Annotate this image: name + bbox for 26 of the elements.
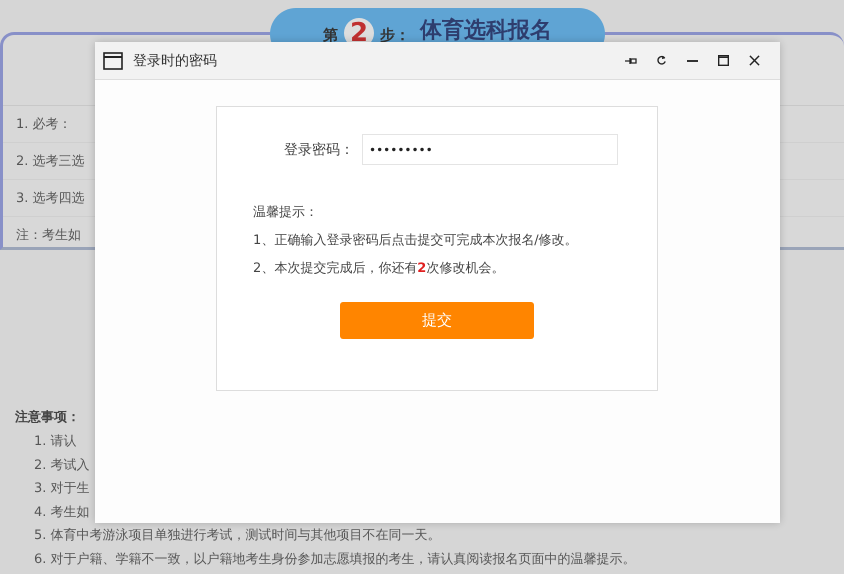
tips-heading: 温馨提示： xyxy=(253,204,319,222)
subject-row-text: 注：考生如 xyxy=(16,227,81,244)
note-text: 2. 考试入 xyxy=(33,456,91,474)
tip-text: 1、正确输入登录密码后点击提交可完成本次报名/修改。 xyxy=(253,232,578,250)
dialog-title: 登录时的密码 xyxy=(133,52,218,70)
password-field[interactable]: ••••••••• xyxy=(362,134,618,165)
refresh-icon xyxy=(656,55,667,66)
step-suffix: 步： xyxy=(380,26,410,45)
step-prefix: 第 xyxy=(323,26,338,45)
notes-heading: 注意事项： xyxy=(15,408,81,427)
banner-title: 体育选科报名 xyxy=(420,16,552,45)
subject-row-text: 1. 必考： xyxy=(16,116,72,133)
note-text: 3. 对于生 xyxy=(33,480,91,498)
pin-icon xyxy=(624,56,636,66)
password-label: 登录密码： xyxy=(284,140,355,158)
window-icon xyxy=(103,52,123,70)
tip-text: 2、本次提交完成后，你还有2次修改机会。 xyxy=(253,260,506,278)
close-icon xyxy=(749,55,760,66)
subject-row-text: 3. 选考四选 xyxy=(16,190,85,207)
note-text: 1. 请认 xyxy=(33,433,78,451)
maximize-icon xyxy=(718,55,729,66)
note-text: 5. 体育中考游泳项目单独进行考试，测试时间与其他项目不在同一天。 xyxy=(33,526,442,545)
minimize-icon xyxy=(687,60,698,62)
subject-row-text: 2. 选考三选 xyxy=(16,153,85,170)
note-text: 6. 对于户籍、学籍不一致，以户籍地考生身份参加志愿填报的考生，请认真阅读报名页面中的温馨提示。 xyxy=(33,550,637,568)
note-text: 4. 考生如 xyxy=(33,504,91,522)
